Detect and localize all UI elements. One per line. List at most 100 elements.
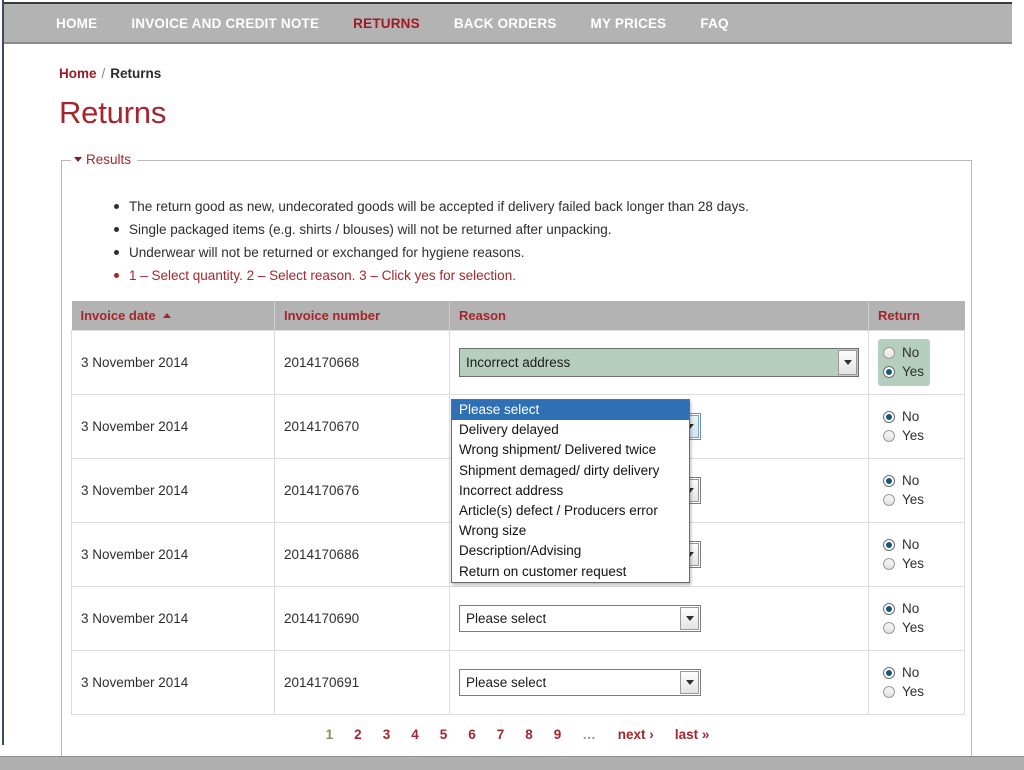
return-radio-yes-label: Yes (902, 364, 925, 379)
return-radio-group: No Yes (878, 403, 930, 450)
radio-dot-yes[interactable] (883, 493, 895, 506)
reason-select-value: Please select (466, 675, 547, 690)
pagination-ellipsis: … (582, 727, 597, 742)
cell-reason: Please select (449, 586, 869, 651)
pagination-page-4[interactable]: 4 (411, 727, 419, 742)
nav-items-container: HOME INVOICE AND CREDIT NOTE RETURNS BAC… (4, 4, 1012, 42)
results-legend-label: Results (86, 152, 132, 167)
return-radio-no-label: No (902, 601, 920, 616)
return-radio-group: No Yes (878, 339, 931, 386)
return-radio-no[interactable]: No (883, 663, 924, 682)
radio-dot-no[interactable] (883, 666, 895, 679)
return-radio-yes[interactable]: Yes (883, 554, 924, 573)
return-radio-yes-label: Yes (902, 620, 925, 635)
return-radio-yes-label: Yes (902, 492, 925, 507)
pagination-page-2[interactable]: 2 (354, 727, 362, 742)
cell-invoice-date: 3 November 2014 (71, 458, 275, 523)
return-radio-no[interactable]: No (883, 343, 924, 362)
radio-dot-no[interactable] (883, 474, 895, 487)
breadcrumb-link-home[interactable]: Home (59, 66, 97, 81)
return-radio-no[interactable]: No (883, 471, 924, 490)
dropdown-option-incorrect-address[interactable]: Incorrect address (452, 481, 689, 501)
page-root: HOME INVOICE AND CREDIT NOTE RETURNS BAC… (0, 0, 1024, 770)
table-row: 3 November 2014 2014170690 Please select (71, 586, 965, 651)
radio-dot-yes[interactable] (883, 365, 895, 378)
dropdown-option-shipment-demaged[interactable]: Shipment demaged/ dirty delivery (452, 461, 689, 481)
radio-dot-yes[interactable] (883, 621, 895, 634)
nav-item-invoice-and-credit-note[interactable]: INVOICE AND CREDIT NOTE (131, 16, 319, 31)
column-header-return[interactable]: Return (868, 301, 965, 331)
return-radio-yes[interactable]: Yes (883, 362, 924, 381)
column-header-invoice-number[interactable]: Invoice number (274, 301, 450, 331)
pagination-page-7[interactable]: 7 (497, 727, 505, 742)
cell-invoice-date: 3 November 2014 (71, 650, 275, 715)
dropdown-option-description-advising[interactable]: Description/Advising (452, 541, 689, 561)
return-radio-no-label: No (902, 473, 920, 488)
column-header-invoice-date-label: Invoice date (80, 308, 156, 323)
return-radio-no[interactable]: No (883, 407, 924, 426)
return-radio-no[interactable]: No (883, 535, 924, 554)
radio-dot-yes[interactable] (883, 685, 895, 698)
return-radio-no-label: No (902, 345, 920, 360)
reason-select[interactable]: Please select (459, 605, 701, 632)
pagination-last[interactable]: last » (675, 727, 710, 742)
pagination: 1 2 3 4 5 6 7 8 9 … next › last » (71, 727, 964, 742)
return-radio-yes[interactable]: Yes (883, 682, 924, 701)
radio-dot-yes[interactable] (883, 429, 895, 442)
reason-dropdown-list[interactable]: Please select Delivery delayed Wrong shi… (451, 399, 690, 583)
radio-dot-no[interactable] (883, 538, 895, 551)
cell-return: No Yes (868, 394, 965, 459)
pagination-page-6[interactable]: 6 (468, 727, 476, 742)
breadcrumb: Home / Returns (0, 44, 1024, 81)
pagination-page-5[interactable]: 5 (440, 727, 448, 742)
dropdown-option-article-defect[interactable]: Article(s) defect / Producers error (452, 501, 689, 521)
radio-dot-no[interactable] (883, 602, 895, 615)
chevron-down-icon[interactable] (838, 350, 857, 375)
return-radio-yes[interactable]: Yes (883, 618, 924, 637)
breadcrumb-current: Returns (110, 66, 162, 81)
chevron-down-icon[interactable] (680, 671, 699, 694)
cell-invoice-number: 2014170686 (274, 522, 450, 587)
cell-return: No Yes (868, 522, 965, 587)
nav-item-my-prices[interactable]: MY PRICES (591, 16, 667, 31)
cell-invoice-number: 2014170690 (274, 586, 450, 651)
nav-item-back-orders[interactable]: BACK ORDERS (454, 16, 557, 31)
nav-item-faq[interactable]: FAQ (700, 16, 728, 31)
column-header-invoice-date[interactable]: Invoice date (71, 301, 275, 331)
return-radio-no[interactable]: No (883, 599, 924, 618)
pagination-page-3[interactable]: 3 (383, 727, 391, 742)
main-navigation-bar: HOME INVOICE AND CREDIT NOTE RETURNS BAC… (4, 2, 1012, 44)
table-head: Invoice date Invoice number Reason Retur… (71, 301, 965, 331)
dropdown-option-wrong-size[interactable]: Wrong size (452, 521, 689, 541)
column-header-reason[interactable]: Reason (449, 301, 869, 331)
pagination-page-8[interactable]: 8 (525, 727, 533, 742)
return-radio-yes[interactable]: Yes (883, 426, 924, 445)
dropdown-option-delivery-delayed[interactable]: Delivery delayed (452, 420, 689, 440)
radio-dot-no[interactable] (883, 346, 895, 359)
pagination-page-9[interactable]: 9 (554, 727, 562, 742)
return-radio-group: No Yes (878, 659, 930, 706)
nav-item-returns[interactable]: RETURNS (353, 16, 420, 31)
radio-dot-yes[interactable] (883, 557, 895, 570)
pagination-page-1[interactable]: 1 (326, 727, 334, 742)
return-radio-yes-label: Yes (902, 556, 925, 571)
cell-invoice-date: 3 November 2014 (71, 394, 275, 459)
return-radio-no-label: No (902, 409, 920, 424)
cell-invoice-number: 2014170676 (274, 458, 450, 523)
return-radio-yes[interactable]: Yes (883, 490, 924, 509)
pagination-next[interactable]: next › (618, 727, 654, 742)
return-radio-yes-label: Yes (902, 428, 925, 443)
dropdown-option-wrong-shipment[interactable]: Wrong shipment/ Delivered twice (452, 440, 689, 460)
sort-ascending-icon[interactable] (162, 313, 171, 318)
radio-dot-no[interactable] (883, 410, 895, 423)
dropdown-option-please-select[interactable]: Please select (452, 400, 689, 421)
reason-select[interactable]: Please select (459, 669, 701, 696)
collapse-triangle-icon[interactable] (74, 157, 82, 162)
reason-select[interactable]: Incorrect address (459, 348, 859, 377)
reason-select-value: Please select (466, 611, 547, 626)
dropdown-option-return-on-customer-request[interactable]: Return on customer request (452, 562, 689, 582)
results-panel-legend[interactable]: Results (71, 152, 138, 167)
nav-item-home[interactable]: HOME (56, 16, 97, 31)
chevron-down-icon[interactable] (680, 607, 699, 630)
cell-invoice-number: 2014170670 (274, 394, 450, 459)
